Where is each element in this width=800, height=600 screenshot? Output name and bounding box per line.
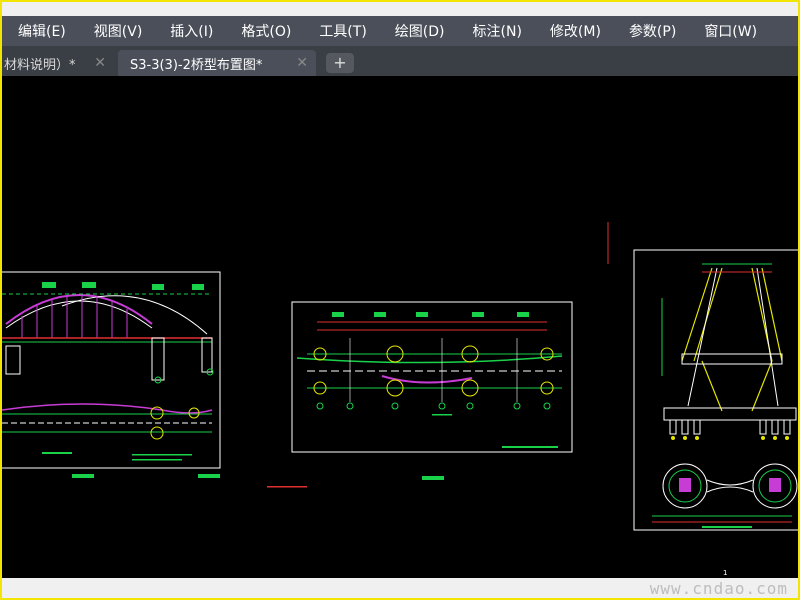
- watermark-text: www.cndao.com: [649, 579, 788, 598]
- drawing-canvas[interactable]: 1: [2, 76, 798, 578]
- menu-window[interactable]: 窗口(W): [690, 21, 771, 41]
- menu-bar: 编辑(E) 视图(V) 插入(I) 格式(O) 工具(T) 绘图(D) 标注(N…: [2, 16, 798, 46]
- close-icon[interactable]: ✕: [296, 55, 308, 71]
- app-window: 编辑(E) 视图(V) 插入(I) 格式(O) 工具(T) 绘图(D) 标注(N…: [0, 0, 800, 600]
- plus-icon[interactable]: +: [326, 53, 354, 73]
- menu-draw[interactable]: 绘图(D): [381, 21, 459, 41]
- drawing-sheet-right[interactable]: [607, 222, 798, 531]
- tab-material-notes[interactable]: 材料说明）* ✕: [2, 50, 114, 76]
- menu-format[interactable]: 格式(O): [227, 21, 305, 41]
- tab-bridge-layout[interactable]: S3-3(3)-2桥型布置图* ✕: [118, 50, 316, 76]
- menu-edit[interactable]: 编辑(E): [2, 21, 80, 41]
- drawing-sheet-left[interactable]: [2, 271, 221, 478]
- page-number: 1: [723, 569, 727, 577]
- drawing-sheet-center[interactable]: [267, 301, 573, 488]
- tab-label: 材料说明）*: [4, 57, 76, 73]
- drawing-svg: 1: [2, 222, 798, 577]
- menu-tools[interactable]: 工具(T): [305, 21, 380, 41]
- status-bar: www.cndao.com: [2, 578, 798, 598]
- menu-dimension[interactable]: 标注(N): [459, 21, 536, 41]
- document-tab-bar: 材料说明）* ✕ S3-3(3)-2桥型布置图* ✕ +: [2, 46, 798, 76]
- tab-label: S3-3(3)-2桥型布置图*: [130, 57, 263, 73]
- menu-view[interactable]: 视图(V): [80, 21, 157, 41]
- title-strip: [2, 2, 798, 16]
- menu-modify[interactable]: 修改(M): [536, 21, 615, 41]
- close-icon[interactable]: ✕: [94, 55, 106, 71]
- menu-parameters[interactable]: 参数(P): [615, 21, 690, 41]
- menu-insert[interactable]: 插入(I): [156, 21, 227, 41]
